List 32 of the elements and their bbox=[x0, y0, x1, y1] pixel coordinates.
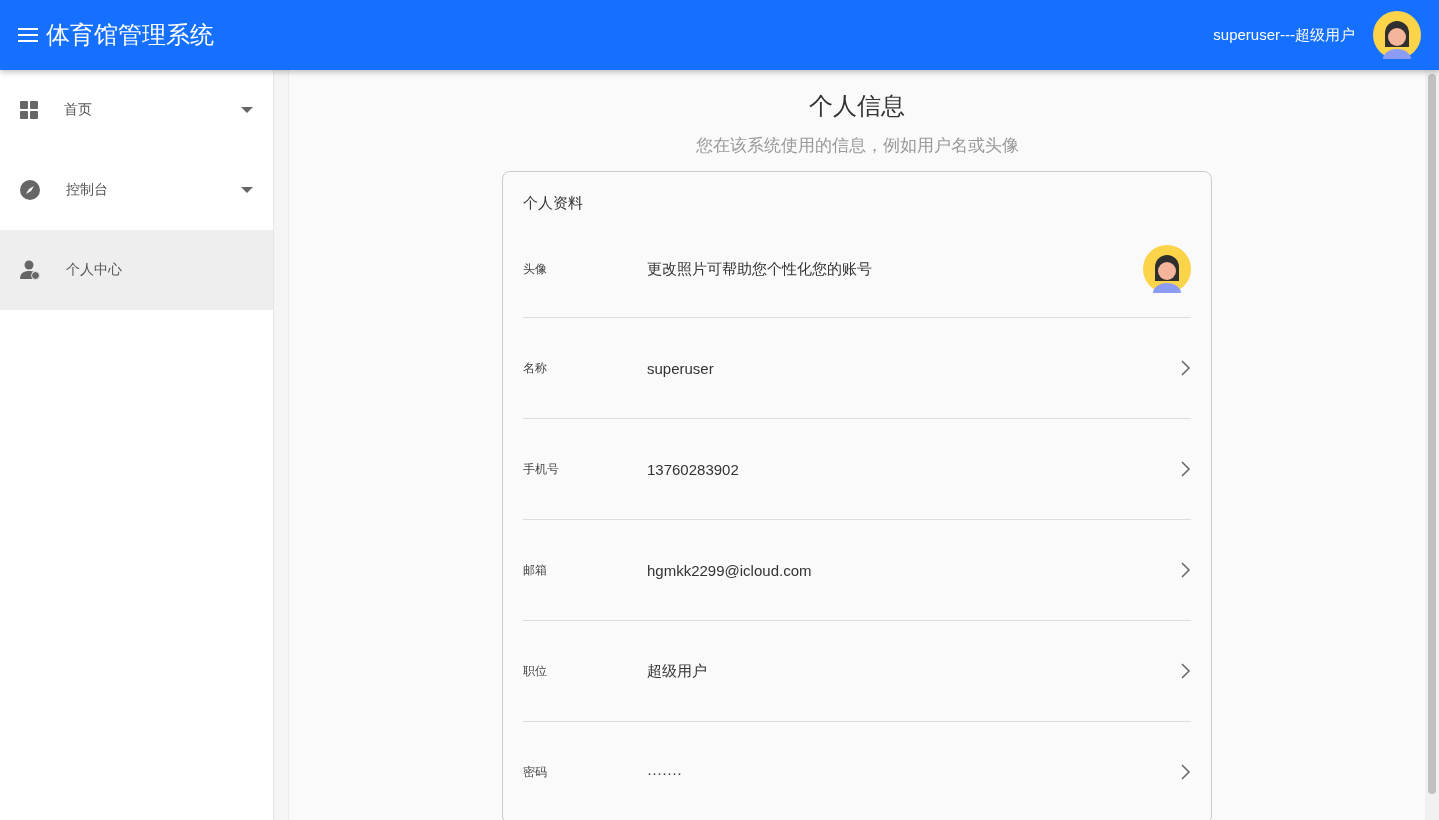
field-label: 职位 bbox=[523, 662, 548, 680]
menu-icon[interactable] bbox=[18, 27, 38, 43]
user-name[interactable]: superuser---超级用户 bbox=[1213, 25, 1355, 45]
field-value: ······· bbox=[647, 763, 683, 781]
field-value: 更改照片可帮助您个性化您的账号 bbox=[647, 259, 873, 279]
page-subtitle: 您在该系统使用的信息，例如用户名或头像 bbox=[695, 135, 1019, 157]
user-settings-icon bbox=[20, 260, 40, 280]
field-value: superuser bbox=[647, 359, 715, 377]
grid-icon bbox=[20, 101, 38, 119]
chevron-right-icon[interactable] bbox=[1181, 562, 1191, 578]
sidebar-item[interactable]: 个人中心 bbox=[0, 230, 273, 310]
sidebar-item[interactable]: 首页 bbox=[0, 70, 273, 150]
chevron-right-icon[interactable] bbox=[1181, 663, 1191, 679]
field-value: 13760283902 bbox=[647, 460, 740, 478]
card-title: 个人资料 bbox=[523, 193, 584, 213]
chevron-right-icon[interactable] bbox=[1181, 764, 1191, 780]
field-value: 超级用户 bbox=[647, 661, 708, 681]
field-value: hgmkk2299@icloud.com bbox=[647, 561, 813, 579]
page-title: 个人信息 bbox=[809, 91, 905, 121]
field-label: 名称 bbox=[523, 359, 548, 377]
chevron-right-icon[interactable] bbox=[1181, 360, 1191, 376]
chevron-right-icon[interactable] bbox=[1181, 461, 1191, 477]
avatar-icon bbox=[1373, 11, 1421, 59]
compass-icon bbox=[20, 180, 40, 200]
app-title: 体育馆管理系统 bbox=[46, 20, 215, 50]
field-label: 头像 bbox=[523, 260, 548, 278]
sidebar-item[interactable]: 控制台 bbox=[0, 150, 273, 230]
field-label: 邮箱 bbox=[523, 561, 548, 579]
field-label: 手机号 bbox=[523, 460, 560, 478]
scrollbar[interactable] bbox=[1425, 70, 1439, 820]
avatar-icon bbox=[1143, 245, 1191, 293]
field-label: 密码 bbox=[523, 763, 548, 781]
